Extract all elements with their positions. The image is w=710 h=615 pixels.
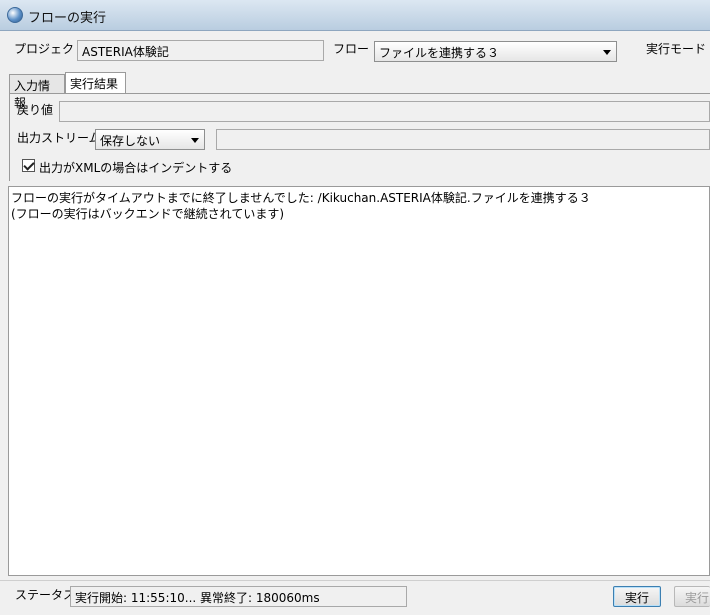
flow-select-value: ファイルを連携する３	[379, 46, 500, 60]
output-line: フローの実行がタイムアウトまでに終了しませんでした: /Kikuchan.AST…	[11, 191, 591, 205]
tab-input-info[interactable]: 入力情報	[9, 74, 65, 110]
output-stream-label: 出力ストリーム	[17, 131, 101, 145]
tab-execution-result[interactable]: 実行結果	[65, 72, 126, 94]
output-stream-select[interactable]: 保存しない	[95, 129, 205, 150]
execution-output-area[interactable]: フローの実行がタイムアウトまでに終了しませんでした: /Kikuchan.AST…	[8, 186, 710, 576]
divider	[0, 580, 710, 581]
project-field[interactable]: ASTERIA体験記	[77, 40, 324, 61]
project-label: プロジェクト	[14, 42, 87, 56]
return-value-field[interactable]	[59, 101, 710, 122]
output-line: (フローの実行はバックエンドで継続されています)	[11, 207, 285, 221]
status-label: ステータス	[15, 588, 76, 602]
xml-indent-label: 出力がXMLの場合はインデントする	[39, 161, 233, 175]
chevron-down-icon	[603, 50, 611, 55]
xml-indent-checkbox[interactable]	[22, 159, 35, 172]
app-globe-icon	[7, 7, 23, 23]
window-title: フローの実行	[28, 11, 107, 26]
flow-execution-dialog: フローの実行 プロジェクト ASTERIA体験記 フロー ファイルを連携する３ …	[0, 0, 710, 615]
flow-select[interactable]: ファイルを連携する３	[374, 41, 617, 62]
run-button-secondary[interactable]: 実行	[674, 586, 710, 607]
return-value-label: 戻り値	[17, 103, 54, 117]
mode-label: 実行モード	[646, 42, 707, 56]
output-stream-select-value: 保存しない	[100, 134, 161, 148]
chevron-down-icon	[191, 138, 199, 143]
output-stream-path-field[interactable]	[216, 129, 710, 150]
flow-label: フロー	[333, 42, 370, 56]
status-field: 実行開始: 11:55:10... 異常終了: 180060ms	[70, 586, 407, 607]
title-bar: フローの実行	[0, 0, 710, 31]
run-button[interactable]: 実行	[613, 586, 661, 607]
